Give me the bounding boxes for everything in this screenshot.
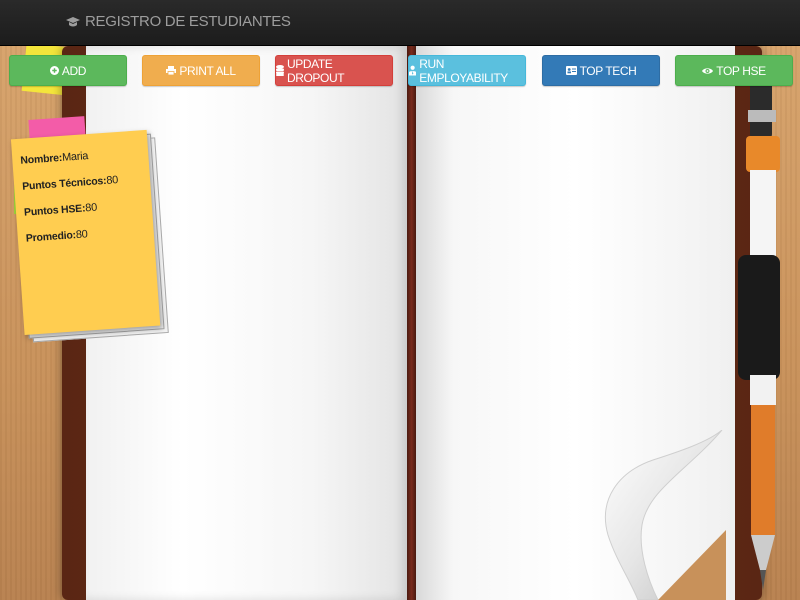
tech-points-label: Puntos Técnicos: bbox=[21, 174, 107, 193]
average-label: Promedio: bbox=[25, 229, 77, 245]
top-hse-button[interactable]: TOP HSE bbox=[675, 55, 793, 86]
graduation-cap-icon bbox=[66, 16, 80, 28]
id-card-icon bbox=[565, 66, 577, 75]
add-button-label: ADD bbox=[61, 63, 87, 78]
print-all-button-label: PRINT ALL bbox=[179, 63, 236, 78]
print-all-button[interactable]: PRINT ALL bbox=[142, 55, 260, 86]
hse-points-label: Puntos HSE: bbox=[23, 202, 86, 219]
hse-points-field: Puntos HSE:80 bbox=[23, 198, 145, 219]
page-curl-decoration bbox=[604, 430, 726, 600]
average-field: Promedio:80 bbox=[25, 224, 146, 244]
student-name-label: Nombre: bbox=[20, 151, 63, 167]
add-button[interactable]: ADD bbox=[9, 55, 127, 86]
print-icon bbox=[166, 66, 177, 75]
student-name-field: Nombre:Maria bbox=[20, 146, 141, 167]
average-value: 80 bbox=[75, 228, 88, 242]
update-dropout-button[interactable]: UPDATE DROPOUT bbox=[275, 55, 393, 86]
top-hse-button-label: TOP HSE bbox=[716, 63, 766, 78]
pen-decoration bbox=[738, 70, 780, 590]
brand-title: REGISTRO DE ESTUDIANTES bbox=[85, 13, 291, 30]
notebook-spine bbox=[407, 46, 416, 600]
database-icon bbox=[276, 65, 284, 76]
top-navbar: REGISTRO DE ESTUDIANTES bbox=[0, 0, 800, 46]
student-card[interactable]: Nombre:Maria Puntos Técnicos:80 Puntos H… bbox=[10, 129, 169, 343]
student-name-value: Maria bbox=[61, 150, 89, 164]
tech-points-field: Puntos Técnicos:80 bbox=[21, 172, 143, 193]
tech-points-value: 80 bbox=[105, 174, 119, 187]
run-employability-button-label: RUN EMPLOYABILITY bbox=[419, 56, 508, 85]
plus-circle-icon bbox=[49, 66, 59, 75]
top-tech-button[interactable]: TOP TECH bbox=[542, 55, 660, 86]
run-employability-button[interactable]: RUN EMPLOYABILITY bbox=[408, 55, 526, 86]
hse-points-value: 80 bbox=[84, 201, 98, 215]
user-tie-icon bbox=[409, 65, 417, 76]
student-card-front: Nombre:Maria Puntos Técnicos:80 Puntos H… bbox=[10, 129, 161, 335]
brand-link[interactable]: REGISTRO DE ESTUDIANTES bbox=[66, 13, 291, 30]
top-tech-button-label: TOP TECH bbox=[579, 63, 637, 78]
eye-icon bbox=[702, 67, 714, 74]
update-dropout-button-label: UPDATE DROPOUT bbox=[286, 56, 345, 85]
